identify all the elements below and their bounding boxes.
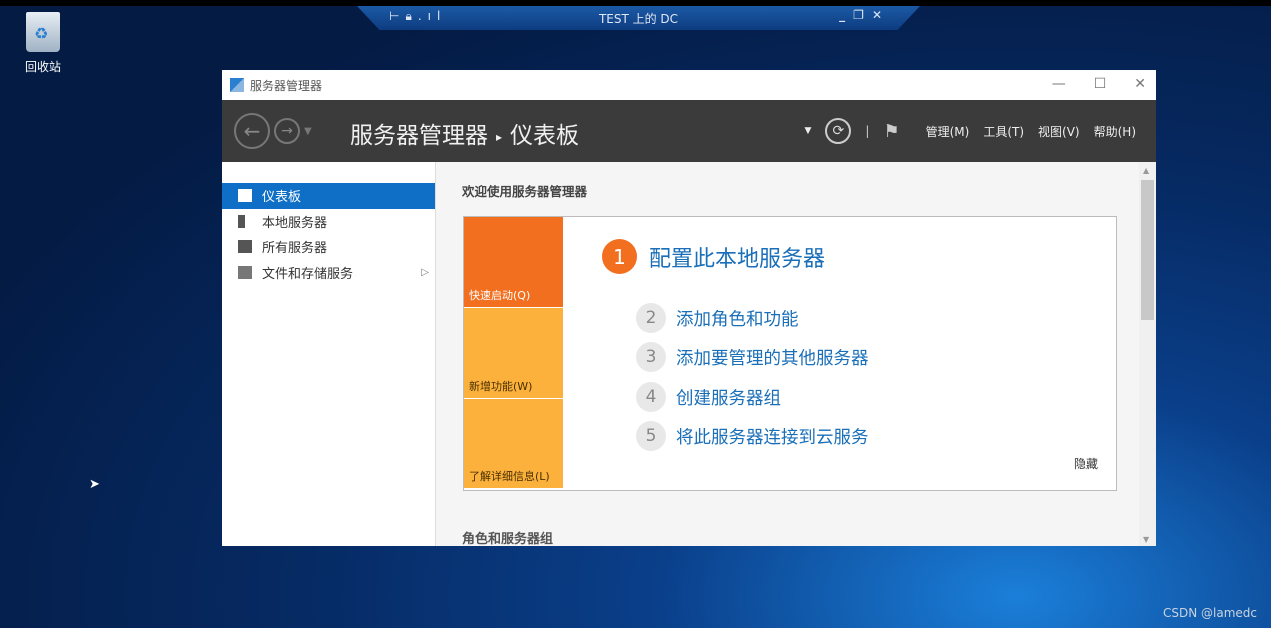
rdp-title: TEST 上的 DC xyxy=(598,12,679,26)
sidebar-item-label: 仪表板 xyxy=(262,190,302,206)
scroll-up-icon[interactable]: ▲ xyxy=(1143,166,1149,175)
maximize-button[interactable]: ☐ xyxy=(1094,76,1107,92)
breadcrumb-separator-icon: ▸ xyxy=(496,129,503,144)
step-number: 5 xyxy=(636,421,666,451)
sidebar-item-dashboard[interactable]: 仪表板 xyxy=(222,183,435,209)
forward-button[interactable]: → xyxy=(274,118,300,144)
servers-icon xyxy=(238,240,252,254)
notifications-flag-icon[interactable]: ⚑ xyxy=(883,121,899,142)
menu-tools[interactable]: 工具(T) xyxy=(983,123,1024,140)
recycle-bin-icon: ♻ xyxy=(26,12,60,52)
breadcrumb-root[interactable]: 服务器管理器 xyxy=(350,123,488,149)
sidebar-item-label: 本地服务器 xyxy=(262,215,328,231)
menu-manage[interactable]: 管理(M) xyxy=(926,123,970,140)
tile-label: 了解详细信息(L) xyxy=(469,470,550,483)
step-add-roles[interactable]: 2 添加角色和功能 xyxy=(636,303,799,333)
server-manager-window: 服务器管理器 — ☐ ✕ ← → ▼ 服务器管理器 ▸ 仪表板 ▼ ⟳ | ⚑ 管理(M… xyxy=(222,70,1156,546)
sidebar-item-label: 所有服务器 xyxy=(262,241,328,257)
watermark: CSDN @lamedc xyxy=(1162,606,1257,620)
sidebar-item-file-storage[interactable]: 文件和存储服务 ▷ xyxy=(222,260,435,286)
menu-help[interactable]: 帮助(H) xyxy=(1094,123,1136,140)
top-strip xyxy=(0,0,1271,6)
minimize-icon[interactable]: _ xyxy=(839,8,853,22)
step-add-servers[interactable]: 3 添加要管理的其他服务器 xyxy=(636,342,869,372)
vertical-scrollbar[interactable]: ▲ ▼ xyxy=(1139,162,1156,546)
server-icon xyxy=(238,214,245,228)
divider: | xyxy=(865,124,870,138)
tile-quick-start[interactable]: 快速启动(Q) xyxy=(464,217,563,308)
history-dropdown-icon[interactable]: ▼ xyxy=(304,126,312,137)
rdp-connection-bar: ⊢🔒︎.ıl TEST 上的 DC _❐✕ xyxy=(357,6,920,30)
tile-label: 新增功能(W) xyxy=(469,380,533,393)
sidebar-item-local-server[interactable]: 本地服务器 xyxy=(222,209,435,235)
mouse-cursor-icon: ➤ xyxy=(89,477,100,492)
expand-arrow-icon[interactable]: ▷ xyxy=(421,267,429,278)
dashboard-content: 欢迎使用服务器管理器 快速启动(Q) 新增功能(W) 了解详细信息(L) 1 配置… xyxy=(437,162,1139,546)
step-number: 1 xyxy=(602,239,637,274)
step-number: 4 xyxy=(636,382,666,412)
close-icon[interactable]: ✕ xyxy=(872,8,890,22)
sidebar-item-label: 文件和存储服务 xyxy=(262,266,354,282)
tile-whats-new[interactable]: 新增功能(W) xyxy=(464,308,563,399)
server-manager-icon xyxy=(230,78,244,92)
minimize-button[interactable]: — xyxy=(1052,76,1066,92)
menu-view[interactable]: 视图(V) xyxy=(1038,123,1080,140)
step-configure-local-server[interactable]: 1 配置此本地服务器 xyxy=(602,239,825,274)
tile-label: 快速启动(Q) xyxy=(469,289,531,302)
step-label: 将此服务器连接到云服务 xyxy=(676,427,869,448)
window-title: 服务器管理器 xyxy=(250,78,323,93)
hide-link[interactable]: 隐藏 xyxy=(1074,455,1098,472)
recycle-bin-label: 回收站 xyxy=(24,60,61,74)
dashboard-icon xyxy=(238,189,252,203)
refresh-icon[interactable]: ⟳ xyxy=(825,118,852,144)
step-label: 添加要管理的其他服务器 xyxy=(676,348,869,369)
step-create-group[interactable]: 4 创建服务器组 xyxy=(636,382,781,412)
step-label: 配置此本地服务器 xyxy=(649,246,826,272)
step-number: 2 xyxy=(636,303,666,333)
step-label: 创建服务器组 xyxy=(676,388,781,409)
back-button[interactable]: ← xyxy=(234,113,270,149)
breadcrumb-current: 仪表板 xyxy=(510,123,580,149)
step-label: 添加角色和功能 xyxy=(676,309,799,330)
tile-learn-more[interactable]: 了解详细信息(L) xyxy=(464,399,563,489)
title-bar: 服务器管理器 — ☐ ✕ xyxy=(222,70,1156,100)
breadcrumb: 服务器管理器 ▸ 仪表板 xyxy=(350,116,579,150)
quick-start-panel: 快速启动(Q) 新增功能(W) 了解详细信息(L) 1 配置此本地服务器 2 添加角… xyxy=(463,216,1117,491)
welcome-heading: 欢迎使用服务器管理器 xyxy=(462,184,588,199)
sidebar-item-all-servers[interactable]: 所有服务器 xyxy=(222,234,435,260)
step-connect-cloud[interactable]: 5 将此服务器连接到云服务 xyxy=(636,421,869,451)
recycle-bin[interactable]: ♻ 回收站 xyxy=(18,12,68,75)
storage-icon xyxy=(238,265,252,279)
scrollbar-thumb[interactable] xyxy=(1141,180,1154,320)
sidebar: 仪表板 本地服务器 所有服务器 文件和存储服务 ▷ xyxy=(222,162,436,546)
header-bar: ← → ▼ 服务器管理器 ▸ 仪表板 ▼ ⟳ | ⚑ 管理(M) 工具(T) 视图(… xyxy=(222,100,1156,162)
step-number: 3 xyxy=(636,342,666,372)
dropdown-icon[interactable]: ▼ xyxy=(805,126,812,136)
scroll-down-icon[interactable]: ▼ xyxy=(1143,535,1149,544)
restore-icon[interactable]: ❐ xyxy=(853,8,872,22)
roles-heading: 角色和服务器组 xyxy=(462,532,554,546)
close-button[interactable]: ✕ xyxy=(1134,76,1146,92)
